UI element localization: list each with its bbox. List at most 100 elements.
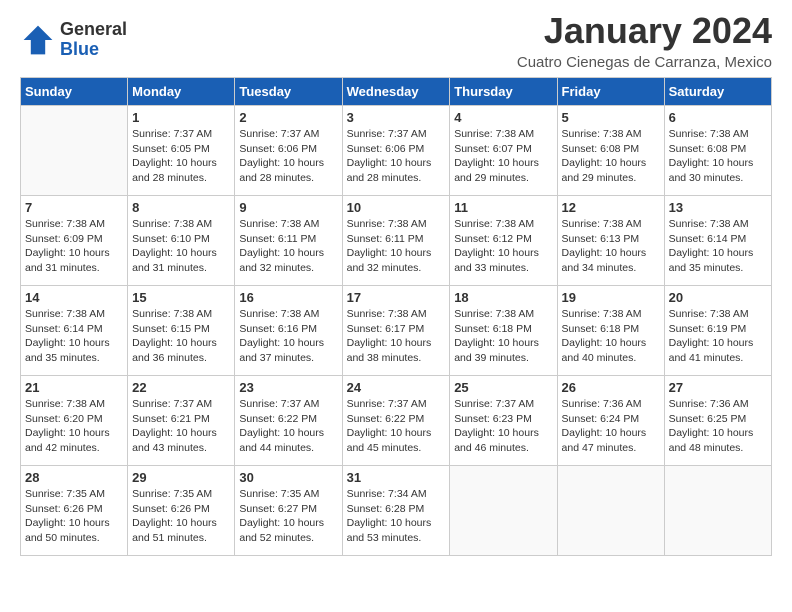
- day-number: 14: [25, 290, 123, 305]
- day-number: 7: [25, 200, 123, 215]
- day-number: 11: [454, 200, 552, 215]
- day-info: Sunrise: 7:38 AM Sunset: 6:19 PM Dayligh…: [669, 307, 767, 366]
- calendar-cell: 13 Sunrise: 7:38 AM Sunset: 6:14 PM Dayli…: [664, 196, 771, 286]
- month-title: January 2024: [517, 10, 772, 52]
- day-number: 3: [347, 110, 446, 125]
- calendar-cell: 3Sunrise: 7:37 AM Sunset: 6:06 PM Daylig…: [342, 106, 450, 196]
- day-info: Sunrise: 7:38 AM Sunset: 6:18 PM Dayligh…: [562, 307, 660, 366]
- calendar-cell: 26 Sunrise: 7:36 AM Sunset: 6:24 PM Dayli…: [557, 376, 664, 466]
- calendar-cell: 24Sunrise: 7:37 AM Sunset: 6:22 PM Dayli…: [342, 376, 450, 466]
- calendar-cell: 28Sunrise: 7:35 AM Sunset: 6:26 PM Dayli…: [21, 466, 128, 556]
- day-number: 26: [562, 380, 660, 395]
- header-saturday: Saturday: [664, 78, 771, 106]
- calendar-cell: 31Sunrise: 7:34 AM Sunset: 6:28 PM Dayli…: [342, 466, 450, 556]
- calendar-week-row: 21 Sunrise: 7:38 AM Sunset: 6:20 PM Dayli…: [21, 376, 772, 466]
- calendar-cell: 7 Sunrise: 7:38 AM Sunset: 6:09 PM Daylig…: [21, 196, 128, 286]
- logo-text: General Blue: [60, 20, 127, 60]
- logo-blue: Blue: [60, 40, 127, 60]
- day-number: 8: [132, 200, 230, 215]
- calendar-cell: [21, 106, 128, 196]
- day-info: Sunrise: 7:38 AM Sunset: 6:11 PM Dayligh…: [347, 217, 446, 276]
- day-info: Sunrise: 7:38 AM Sunset: 6:13 PM Dayligh…: [562, 217, 660, 276]
- day-info: Sunrise: 7:38 AM Sunset: 6:14 PM Dayligh…: [25, 307, 123, 366]
- header-monday: Monday: [128, 78, 235, 106]
- header-sunday: Sunday: [21, 78, 128, 106]
- day-info: Sunrise: 7:36 AM Sunset: 6:24 PM Dayligh…: [562, 397, 660, 456]
- calendar-cell: 21 Sunrise: 7:38 AM Sunset: 6:20 PM Dayli…: [21, 376, 128, 466]
- header-thursday: Thursday: [450, 78, 557, 106]
- header-friday: Friday: [557, 78, 664, 106]
- day-number: 24: [347, 380, 446, 395]
- day-info: Sunrise: 7:37 AM Sunset: 6:22 PM Dayligh…: [239, 397, 337, 456]
- calendar-week-row: 1 Sunrise: 7:37 AM Sunset: 6:05 PM Daylig…: [21, 106, 772, 196]
- calendar-cell: 16 Sunrise: 7:38 AM Sunset: 6:16 PM Dayli…: [235, 286, 342, 376]
- day-number: 23: [239, 380, 337, 395]
- day-info: Sunrise: 7:37 AM Sunset: 6:06 PM Dayligh…: [239, 127, 337, 186]
- day-info: Sunrise: 7:38 AM Sunset: 6:17 PM Dayligh…: [347, 307, 446, 366]
- calendar-cell: 1 Sunrise: 7:37 AM Sunset: 6:05 PM Daylig…: [128, 106, 235, 196]
- day-number: 2: [239, 110, 337, 125]
- day-number: 25: [454, 380, 552, 395]
- calendar-cell: 12 Sunrise: 7:38 AM Sunset: 6:13 PM Dayli…: [557, 196, 664, 286]
- calendar-cell: 30 Sunrise: 7:35 AM Sunset: 6:27 PM Dayli…: [235, 466, 342, 556]
- day-info: Sunrise: 7:38 AM Sunset: 6:11 PM Dayligh…: [239, 217, 337, 276]
- calendar-cell: [664, 466, 771, 556]
- day-number: 22: [132, 380, 230, 395]
- day-info: Sunrise: 7:35 AM Sunset: 6:26 PM Dayligh…: [132, 487, 230, 546]
- day-info: Sunrise: 7:38 AM Sunset: 6:09 PM Dayligh…: [25, 217, 123, 276]
- calendar-cell: 29 Sunrise: 7:35 AM Sunset: 6:26 PM Dayli…: [128, 466, 235, 556]
- location-subtitle: Cuatro Cienegas de Carranza, Mexico: [517, 54, 772, 71]
- day-info: Sunrise: 7:35 AM Sunset: 6:27 PM Dayligh…: [239, 487, 337, 546]
- calendar-table: SundayMondayTuesdayWednesdayThursdayFrid…: [20, 77, 772, 556]
- title-block: January 2024 Cuatro Cienegas de Carranza…: [517, 10, 772, 71]
- day-number: 21: [25, 380, 123, 395]
- day-number: 16: [239, 290, 337, 305]
- calendar-week-row: 7 Sunrise: 7:38 AM Sunset: 6:09 PM Daylig…: [21, 196, 772, 286]
- calendar-week-row: 28Sunrise: 7:35 AM Sunset: 6:26 PM Dayli…: [21, 466, 772, 556]
- calendar-cell: 19Sunrise: 7:38 AM Sunset: 6:18 PM Dayli…: [557, 286, 664, 376]
- day-number: 17: [347, 290, 446, 305]
- calendar-cell: 6Sunrise: 7:38 AM Sunset: 6:08 PM Daylig…: [664, 106, 771, 196]
- logo-general: General: [60, 20, 127, 40]
- logo: General Blue: [20, 20, 127, 60]
- calendar-cell: 14 Sunrise: 7:38 AM Sunset: 6:14 PM Dayli…: [21, 286, 128, 376]
- calendar-cell: 20 Sunrise: 7:38 AM Sunset: 6:19 PM Dayli…: [664, 286, 771, 376]
- calendar-cell: 10Sunrise: 7:38 AM Sunset: 6:11 PM Dayli…: [342, 196, 450, 286]
- day-info: Sunrise: 7:36 AM Sunset: 6:25 PM Dayligh…: [669, 397, 767, 456]
- day-number: 12: [562, 200, 660, 215]
- day-number: 1: [132, 110, 230, 125]
- day-number: 18: [454, 290, 552, 305]
- day-info: Sunrise: 7:38 AM Sunset: 6:18 PM Dayligh…: [454, 307, 552, 366]
- day-info: Sunrise: 7:38 AM Sunset: 6:12 PM Dayligh…: [454, 217, 552, 276]
- calendar-cell: 11 Sunrise: 7:38 AM Sunset: 6:12 PM Dayli…: [450, 196, 557, 286]
- calendar-cell: 17 Sunrise: 7:38 AM Sunset: 6:17 PM Dayli…: [342, 286, 450, 376]
- calendar-week-row: 14 Sunrise: 7:38 AM Sunset: 6:14 PM Dayli…: [21, 286, 772, 376]
- header-wednesday: Wednesday: [342, 78, 450, 106]
- day-info: Sunrise: 7:37 AM Sunset: 6:23 PM Dayligh…: [454, 397, 552, 456]
- calendar-cell: 9 Sunrise: 7:38 AM Sunset: 6:11 PM Daylig…: [235, 196, 342, 286]
- day-number: 9: [239, 200, 337, 215]
- day-info: Sunrise: 7:37 AM Sunset: 6:21 PM Dayligh…: [132, 397, 230, 456]
- day-number: 15: [132, 290, 230, 305]
- day-number: 29: [132, 470, 230, 485]
- calendar-cell: 18 Sunrise: 7:38 AM Sunset: 6:18 PM Dayli…: [450, 286, 557, 376]
- calendar-cell: 15Sunrise: 7:38 AM Sunset: 6:15 PM Dayli…: [128, 286, 235, 376]
- day-number: 30: [239, 470, 337, 485]
- day-info: Sunrise: 7:35 AM Sunset: 6:26 PM Dayligh…: [25, 487, 123, 546]
- day-info: Sunrise: 7:38 AM Sunset: 6:08 PM Dayligh…: [669, 127, 767, 186]
- day-number: 13: [669, 200, 767, 215]
- day-number: 20: [669, 290, 767, 305]
- day-info: Sunrise: 7:37 AM Sunset: 6:05 PM Dayligh…: [132, 127, 230, 186]
- day-info: Sunrise: 7:38 AM Sunset: 6:10 PM Dayligh…: [132, 217, 230, 276]
- day-info: Sunrise: 7:38 AM Sunset: 6:16 PM Dayligh…: [239, 307, 337, 366]
- calendar-cell: [450, 466, 557, 556]
- day-number: 27: [669, 380, 767, 395]
- calendar-cell: 8 Sunrise: 7:38 AM Sunset: 6:10 PM Daylig…: [128, 196, 235, 286]
- calendar-cell: [557, 466, 664, 556]
- calendar-cell: 4Sunrise: 7:38 AM Sunset: 6:07 PM Daylig…: [450, 106, 557, 196]
- day-info: Sunrise: 7:38 AM Sunset: 6:14 PM Dayligh…: [669, 217, 767, 276]
- day-info: Sunrise: 7:38 AM Sunset: 6:07 PM Dayligh…: [454, 127, 552, 186]
- day-info: Sunrise: 7:38 AM Sunset: 6:20 PM Dayligh…: [25, 397, 123, 456]
- day-info: Sunrise: 7:34 AM Sunset: 6:28 PM Dayligh…: [347, 487, 446, 546]
- logo-icon: [20, 22, 56, 58]
